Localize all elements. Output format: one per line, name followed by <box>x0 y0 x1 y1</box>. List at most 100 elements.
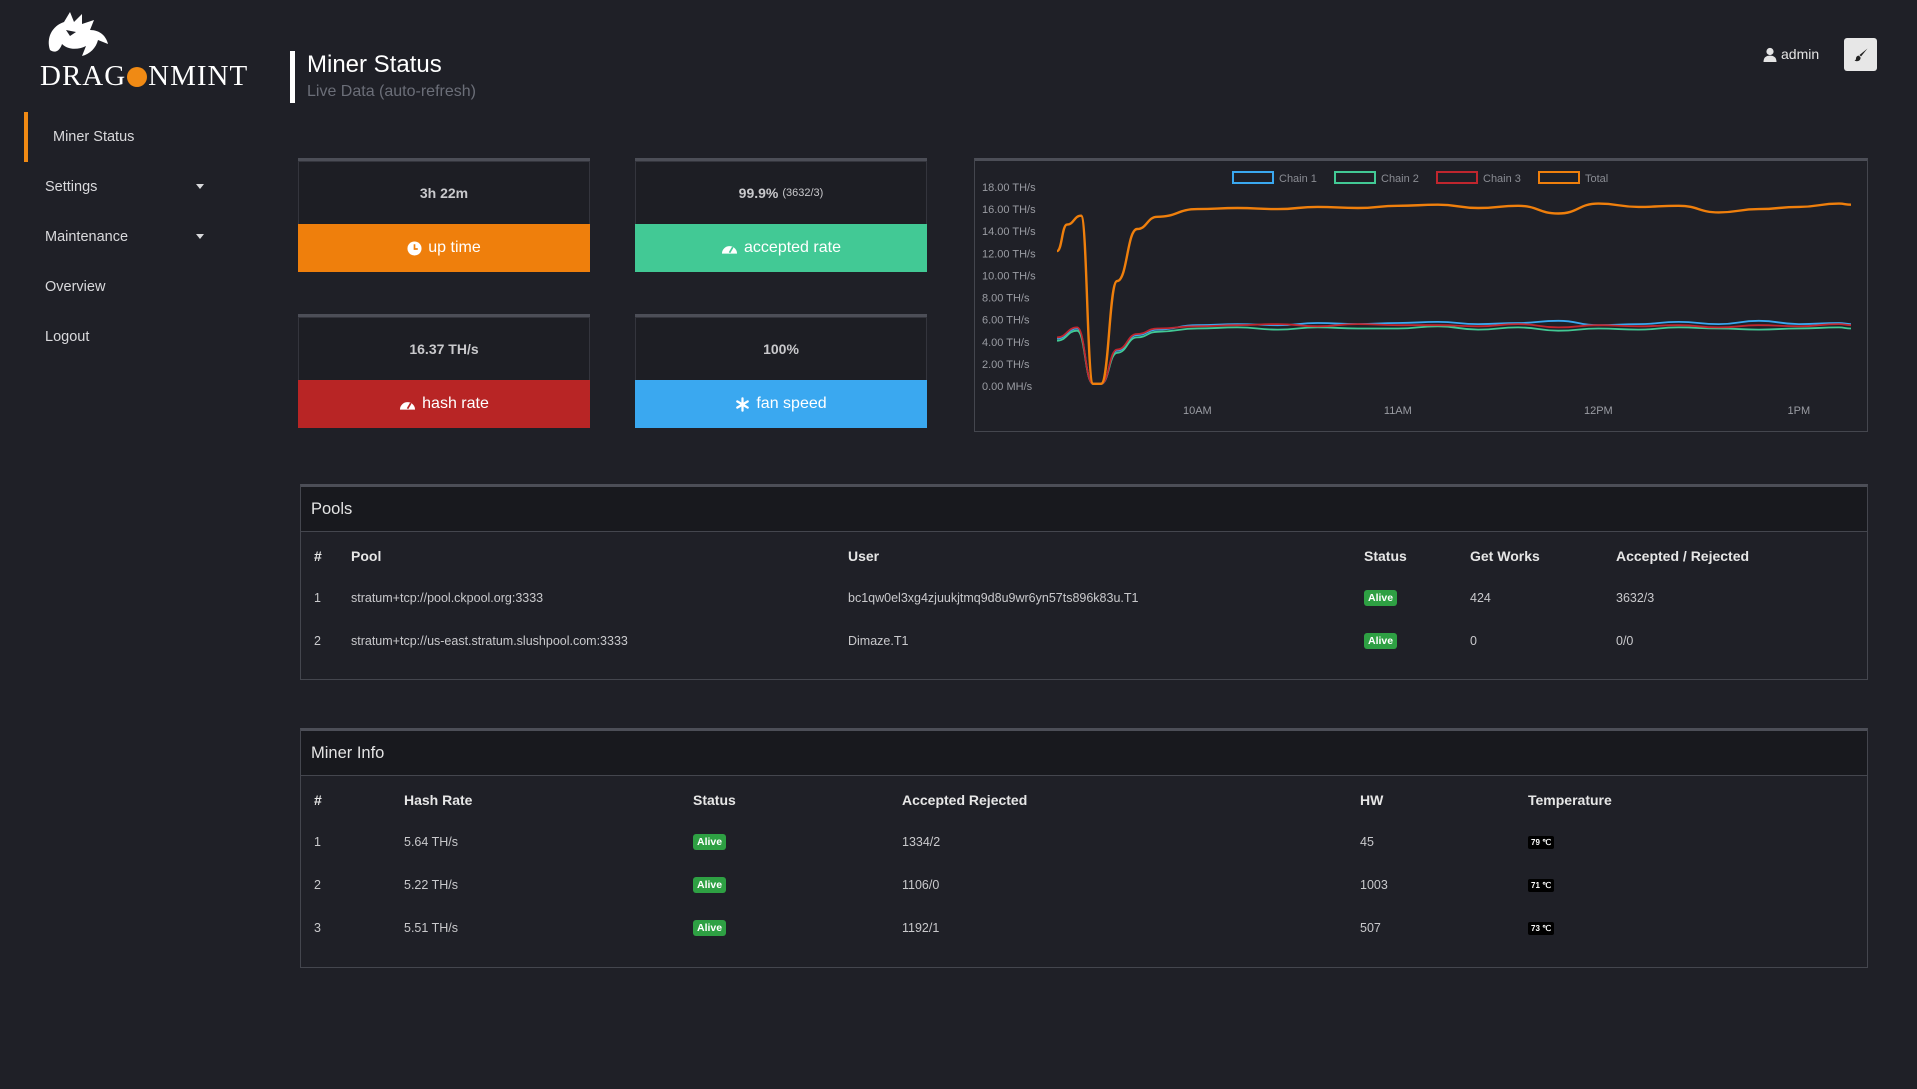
y-tick-label: 0.00 MH/s <box>982 381 1033 393</box>
pools-col-number: # <box>314 548 322 564</box>
legend-swatch <box>1232 171 1274 184</box>
hash-rate-value: 16.37 TH/s <box>409 340 479 357</box>
series-line-chain-3 <box>1056 323 1852 385</box>
series-line-total <box>1056 202 1852 385</box>
pool-accepted-rejected: 3632/3 <box>1616 590 1655 605</box>
status-badge: Alive <box>693 919 727 936</box>
fan-speed-value: 100% <box>763 340 799 357</box>
fan-speed-label: fan speed <box>756 395 827 412</box>
sidebar-item-label: Maintenance <box>45 229 129 245</box>
sidebar-item-logout[interactable]: Logout <box>24 312 214 362</box>
temperature-badge: 79 ℃ <box>1528 836 1555 849</box>
pool-status-cell: Alive <box>1364 619 1470 662</box>
legend-swatch <box>1538 171 1580 184</box>
legend-label: Chain 2 <box>1381 173 1419 185</box>
y-tick-label: 6.00 TH/s <box>982 315 1030 327</box>
uptime-value: 3h 22m <box>419 184 469 201</box>
pool-get-works: 0 <box>1470 633 1477 648</box>
caret-down-icon <box>196 234 204 239</box>
brand-logo[interactable]: DRAG NMINT <box>36 10 247 92</box>
miner-info-header-row: # Hash Rate Status Accepted Rejected HW … <box>301 776 1867 820</box>
chain-number: 1 <box>314 834 321 849</box>
hash-rate-label-bar: hash rate <box>298 380 590 428</box>
page-subtitle: Live Data (auto-refresh) <box>307 83 476 100</box>
temperature-badge: 71 ℃ <box>1528 879 1555 892</box>
chain-status-cell: Alive <box>693 906 902 949</box>
chain-temperature-cell: 71 ℃ <box>1528 863 1867 906</box>
table-row: 1 stratum+tcp://pool.ckpool.org:3333 bc1… <box>301 576 1867 619</box>
table-row: 2 stratum+tcp://us-east.stratum.slushpoo… <box>301 619 1867 662</box>
legend-label: Total <box>1585 173 1608 185</box>
status-badge: Alive <box>693 833 727 850</box>
temperature-badge: 73 ℃ <box>1528 922 1555 935</box>
theme-button[interactable] <box>1844 38 1877 71</box>
pool-number: 2 <box>314 633 321 648</box>
pools-col-user: User <box>848 548 880 564</box>
chain-accepted-rejected: 1192/1 <box>902 920 940 935</box>
legend-label: Chain 3 <box>1483 173 1521 185</box>
caret-down-icon <box>196 184 204 189</box>
chain-accepted-rejected: 1106/0 <box>902 877 940 892</box>
chain-temperature-cell: 73 ℃ <box>1528 906 1867 949</box>
uptime-label: up time <box>428 239 481 256</box>
stat-card-hash-rate: 16.37 TH/s hash rate <box>298 314 590 428</box>
chain-status-cell: Alive <box>693 820 902 863</box>
x-tick-label: 1PM <box>1788 405 1811 417</box>
miner-col-number: # <box>314 792 322 808</box>
page-header: Miner Status Live Data (auto-refresh) <box>290 51 476 103</box>
chain-number: 3 <box>314 920 321 935</box>
series-line-chain-2 <box>1056 325 1852 385</box>
miner-col-hw: HW <box>1360 792 1384 808</box>
stat-card-fan-speed: 100% fan speed <box>635 314 927 428</box>
y-tick-label: 12.00 TH/s <box>982 248 1036 260</box>
legend-swatch <box>1334 171 1376 184</box>
pools-header-row: # Pool User Status Get Works Accepted / … <box>301 532 1867 576</box>
accepted-rate-detail: (3632/3) <box>782 186 824 199</box>
pool-user: Dimaze.T1 <box>848 633 909 648</box>
pool-url: stratum+tcp://pool.ckpool.org:3333 <box>351 590 544 605</box>
page-title: Miner Status <box>307 51 442 78</box>
accepted-rate-label: accepted rate <box>744 239 841 256</box>
asterisk-icon <box>736 396 750 412</box>
status-badge: Alive <box>1364 632 1398 649</box>
table-row: 1 5.64 TH/s Alive 1334/2 45 79 ℃ <box>301 820 1867 863</box>
hash-rate-label: hash rate <box>422 395 489 412</box>
pools-col-accepted-rejected: Accepted / Rejected <box>1616 548 1750 564</box>
stat-card-uptime: 3h 22m up time <box>298 158 590 272</box>
miner-col-accepted-rejected: Accepted Rejected <box>902 792 1028 808</box>
gauge-icon <box>400 402 416 410</box>
sidebar-item-maintenance[interactable]: Maintenance <box>24 212 214 262</box>
uptime-label-bar: up time <box>298 224 590 272</box>
y-tick-label: 18.00 TH/s <box>982 182 1036 194</box>
pools-col-get-works: Get Works <box>1470 548 1540 564</box>
pools-panel: Pools # Pool User Status Get Works Accep… <box>300 484 1868 680</box>
y-tick-label: 16.00 TH/s <box>982 204 1036 216</box>
chain-hash-rate: 5.22 TH/s <box>404 877 458 892</box>
accepted-rate-label-bar: accepted rate <box>635 224 927 272</box>
y-tick-label: 14.00 TH/s <box>982 226 1036 238</box>
gauge-icon <box>721 246 738 254</box>
x-tick-label: 11AM <box>1384 405 1412 417</box>
user-icon <box>1763 47 1777 62</box>
chain-hw: 507 <box>1360 920 1381 935</box>
sidebar-item-label: Overview <box>45 279 106 295</box>
sidebar-item-miner-status[interactable]: Miner Status <box>24 112 214 162</box>
pool-url: stratum+tcp://us-east.stratum.slushpool.… <box>351 633 628 648</box>
miner-info-table: # Hash Rate Status Accepted Rejected HW … <box>301 776 1867 949</box>
user-menu[interactable]: admin <box>1763 46 1819 62</box>
status-badge: Alive <box>693 876 727 893</box>
y-tick-label: 2.00 TH/s <box>982 359 1030 371</box>
x-tick-label: 10AM <box>1183 405 1212 417</box>
miner-info-heading: Miner Info <box>301 731 1867 776</box>
table-row: 2 5.22 TH/s Alive 1106/0 1003 71 ℃ <box>301 863 1867 906</box>
sidebar-item-overview[interactable]: Overview <box>24 262 214 312</box>
sidebar-item-settings[interactable]: Settings <box>24 162 214 212</box>
chain-hash-rate: 5.64 TH/s <box>404 834 458 849</box>
brand-coin-icon <box>127 67 148 87</box>
hashrate-chart-svg: 0.00 MH/s 2.00 TH/s 4.00 TH/s 6.00 TH/s 8.00… <box>982 171 1852 417</box>
miner-info-panel: Miner Info # Hash Rate Status Accepted R… <box>300 728 1868 968</box>
chain-number: 2 <box>314 877 321 892</box>
brand-name: DRAG NMINT <box>40 60 249 92</box>
y-tick-label: 8.00 TH/s <box>982 293 1030 305</box>
pools-heading: Pools <box>301 487 1867 532</box>
